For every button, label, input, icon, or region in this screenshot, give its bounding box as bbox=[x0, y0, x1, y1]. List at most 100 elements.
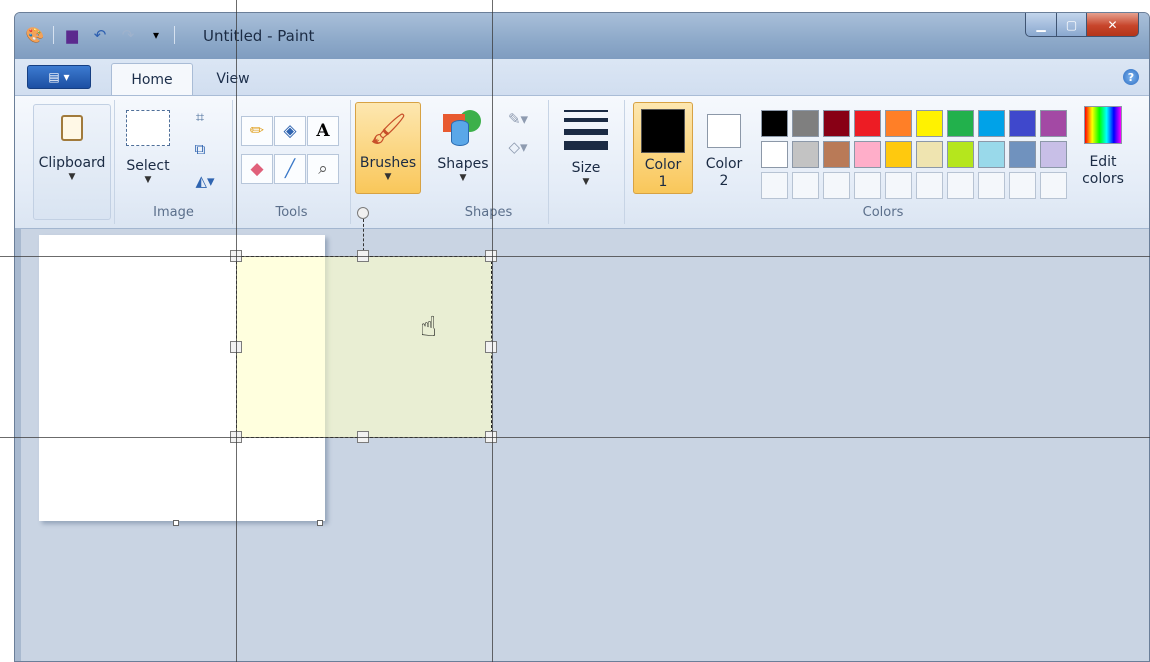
edit-colors-button[interactable]: Edit colors bbox=[1073, 106, 1133, 188]
color-swatch[interactable] bbox=[916, 110, 943, 137]
text-icon[interactable]: A bbox=[307, 116, 339, 146]
edit-colors-label: Edit bbox=[1089, 154, 1117, 170]
crop-icon[interactable]: ⌗ bbox=[189, 106, 211, 128]
help-icon[interactable]: ? bbox=[1123, 69, 1139, 85]
redo-icon[interactable]: ↷ bbox=[118, 25, 138, 45]
edit-colors-label-2: colors bbox=[1082, 171, 1124, 187]
custom-color-slot[interactable] bbox=[978, 172, 1005, 199]
color-swatch[interactable] bbox=[885, 110, 912, 137]
custom-color-slot[interactable] bbox=[1040, 172, 1067, 199]
chevron-down-icon: ▼ bbox=[68, 172, 76, 182]
window-controls: ▁ ▢ ✕ bbox=[1025, 13, 1139, 37]
color-swatch[interactable] bbox=[916, 141, 943, 168]
eraser-icon[interactable]: ◆ bbox=[241, 154, 273, 184]
custom-color-slot[interactable] bbox=[916, 172, 943, 199]
shapes-button[interactable]: Shapes ▼ bbox=[437, 110, 489, 183]
chevron-down-icon: ▼ bbox=[144, 175, 152, 185]
hand-cursor-icon: ☝ bbox=[420, 310, 438, 343]
save-icon[interactable]: ▆ bbox=[62, 25, 82, 45]
selection-rectangle[interactable] bbox=[236, 256, 492, 438]
qat-separator bbox=[174, 26, 175, 44]
color1-swatch bbox=[641, 109, 685, 153]
color-swatch[interactable] bbox=[761, 141, 788, 168]
shape-fill-icon[interactable]: ◇▾ bbox=[501, 136, 535, 158]
color-swatch[interactable] bbox=[1009, 110, 1036, 137]
resize-handle-right[interactable] bbox=[485, 341, 497, 353]
brushes-label: Brushes bbox=[359, 155, 417, 171]
image-group-label: Image bbox=[153, 205, 194, 220]
customize-qat-icon[interactable]: ▾ bbox=[146, 25, 166, 45]
guide-line-horizontal bbox=[0, 437, 1150, 438]
color-swatch[interactable] bbox=[854, 110, 881, 137]
outline-icon[interactable]: ✎▾ bbox=[501, 108, 535, 130]
chevron-down-icon: ▼ bbox=[459, 173, 467, 183]
custom-color-slot[interactable] bbox=[1009, 172, 1036, 199]
canvas-workspace[interactable] bbox=[15, 229, 1149, 661]
line-size-icon bbox=[564, 110, 608, 150]
color2-number: 2 bbox=[719, 173, 729, 189]
canvas-resize-handle-corner[interactable] bbox=[317, 520, 323, 526]
fill-icon[interactable]: ◈ bbox=[274, 116, 306, 146]
paint-window: 🎨 ▆ ↶ ↷ ▾ Untitled - Paint ▁ ▢ ✕ ▤ ▾ Hom… bbox=[14, 12, 1150, 662]
custom-color-slot[interactable] bbox=[792, 172, 819, 199]
color-swatch[interactable] bbox=[792, 110, 819, 137]
color2-swatch bbox=[707, 114, 741, 148]
group-colors: Color 1 Color 2 Edit colors Colors bbox=[625, 100, 1141, 224]
undo-icon[interactable]: ↶ bbox=[90, 25, 110, 45]
tab-view[interactable]: View bbox=[203, 63, 263, 95]
pencil-icon[interactable]: ✏ bbox=[241, 116, 273, 146]
group-shapes: Shapes ▼ ✎▾ ◇▾ Shapes bbox=[429, 100, 549, 224]
color-swatch[interactable] bbox=[1040, 141, 1067, 168]
color2-label: Color bbox=[705, 156, 743, 172]
custom-color-slot[interactable] bbox=[885, 172, 912, 199]
brushes-button[interactable]: 🖌 Brushes ▼ bbox=[355, 102, 421, 194]
chevron-down-icon: ▼ bbox=[384, 172, 392, 182]
resize-icon[interactable]: ⧉ bbox=[189, 138, 211, 160]
custom-color-slot[interactable] bbox=[761, 172, 788, 199]
color-swatch[interactable] bbox=[1040, 110, 1067, 137]
custom-color-slot[interactable] bbox=[823, 172, 850, 199]
close-button[interactable]: ✕ bbox=[1087, 13, 1139, 37]
maximize-button[interactable]: ▢ bbox=[1057, 13, 1087, 37]
select-button[interactable]: Select ▼ bbox=[123, 110, 173, 185]
quick-access-toolbar: 🎨 ▆ ↶ ↷ ▾ bbox=[25, 25, 175, 45]
color-swatch[interactable] bbox=[792, 141, 819, 168]
group-tools: ✏ ◈ A ◆ ╱ ⌕ Tools bbox=[233, 100, 351, 224]
color-swatch[interactable] bbox=[854, 141, 881, 168]
brush-icon: 🖌 bbox=[368, 111, 408, 147]
color-swatch[interactable] bbox=[823, 110, 850, 137]
minimize-button[interactable]: ▁ bbox=[1025, 13, 1057, 37]
guide-line-vertical bbox=[492, 0, 493, 662]
rotate-handle[interactable] bbox=[357, 207, 369, 219]
clipboard-icon bbox=[61, 115, 83, 141]
group-size: Size ▼ bbox=[549, 100, 625, 224]
clipboard-button[interactable]: Clipboard ▼ bbox=[33, 104, 111, 220]
tab-home[interactable]: Home bbox=[111, 63, 193, 95]
color-swatch[interactable] bbox=[978, 110, 1005, 137]
magnifier-icon[interactable]: ⌕ bbox=[307, 154, 339, 184]
paint-menu-button[interactable]: ▤ ▾ bbox=[27, 65, 91, 89]
shapes-label: Shapes bbox=[437, 156, 489, 172]
color-swatch[interactable] bbox=[947, 110, 974, 137]
canvas-resize-handle-bottom[interactable] bbox=[173, 520, 179, 526]
color-swatch[interactable] bbox=[978, 141, 1005, 168]
paint-app-icon[interactable]: 🎨 bbox=[25, 25, 45, 45]
rotate-icon[interactable]: ◭▾ bbox=[187, 170, 223, 192]
color-swatch[interactable] bbox=[947, 141, 974, 168]
custom-color-slot[interactable] bbox=[947, 172, 974, 199]
custom-color-slot[interactable] bbox=[854, 172, 881, 199]
color-swatch[interactable] bbox=[885, 141, 912, 168]
select-rectangle-icon bbox=[126, 110, 170, 146]
color-picker-icon[interactable]: ╱ bbox=[274, 154, 306, 184]
color1-number: 1 bbox=[658, 174, 668, 190]
shapes-icon bbox=[443, 110, 483, 146]
color1-button[interactable]: Color 1 bbox=[633, 102, 693, 194]
color-swatch[interactable] bbox=[1009, 141, 1036, 168]
color-swatch[interactable] bbox=[761, 110, 788, 137]
size-label: Size bbox=[571, 160, 601, 176]
color-swatch[interactable] bbox=[823, 141, 850, 168]
colors-group-label: Colors bbox=[862, 205, 904, 220]
color2-button[interactable]: Color 2 bbox=[699, 102, 749, 194]
guide-line-vertical bbox=[236, 0, 237, 662]
size-button[interactable]: Size ▼ bbox=[559, 110, 613, 187]
